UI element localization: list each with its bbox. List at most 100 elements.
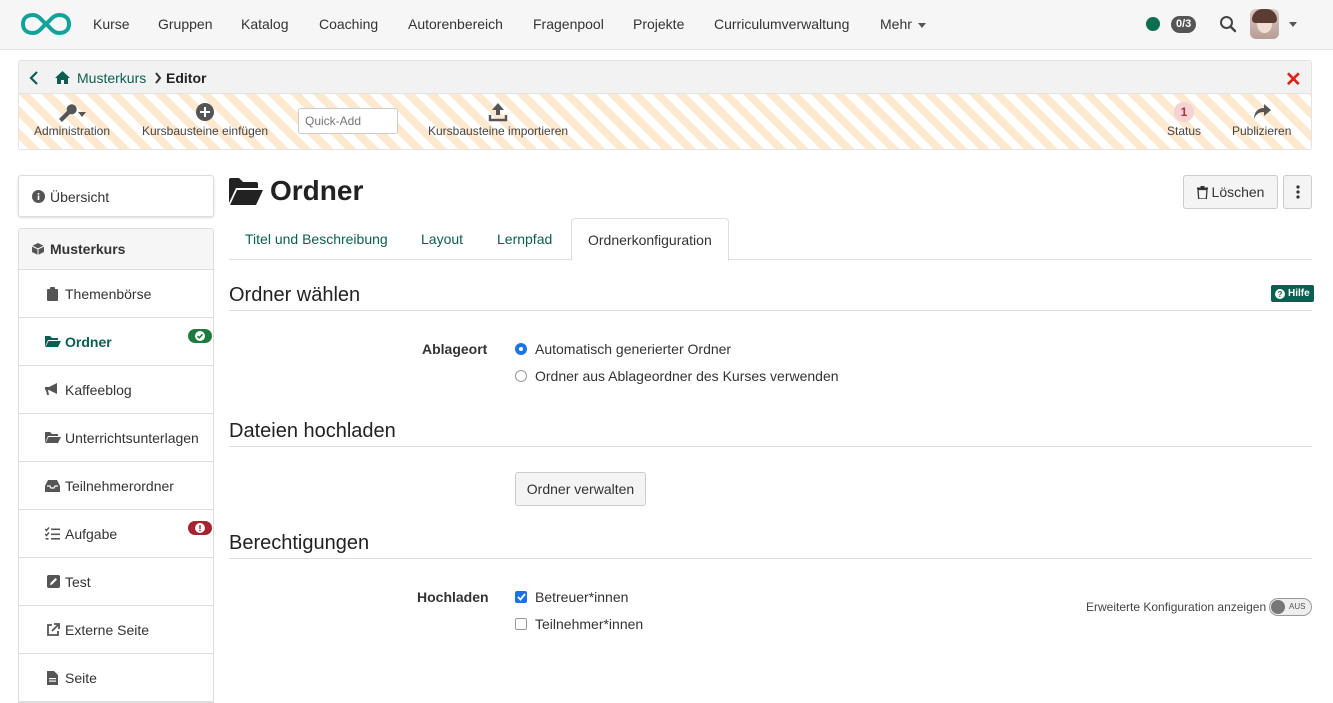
tree-item-aufgabe[interactable]: Aufgabe: [19, 510, 213, 558]
edit-icon: [47, 558, 60, 605]
publish-label: Publizieren: [1232, 124, 1292, 138]
upload-icon: [428, 100, 568, 124]
checkbox-betreuer[interactable]: Betreuer*innen: [515, 589, 628, 605]
insert-elements-button[interactable]: Kursbausteine einfügen: [142, 100, 268, 138]
status-count-badge: 1: [1174, 102, 1195, 122]
tree-item-externe-seite[interactable]: Externe Seite: [19, 606, 213, 654]
external-link-icon: [46, 606, 60, 653]
openolat-logo-icon[interactable]: [20, 11, 72, 37]
field-label-hochladen: Hochladen: [417, 589, 489, 605]
nav-gruppen[interactable]: Gruppen: [158, 16, 212, 32]
nav-curriculumverwaltung[interactable]: Curriculumverwaltung: [714, 16, 849, 32]
status-error-icon: [188, 521, 212, 535]
tree-item-label: Externe Seite: [65, 621, 150, 638]
checkbox-teilnehmer[interactable]: Teilnehmer*innen: [515, 616, 643, 632]
checkbox-label: Betreuer*innen: [535, 589, 629, 605]
tree-item-themenboerse[interactable]: Themenbörse: [19, 270, 213, 318]
nav-projekte[interactable]: Projekte: [633, 16, 684, 32]
overview-label: Übersicht: [50, 189, 110, 205]
plus-circle-icon: [142, 100, 268, 124]
folder-open-icon: [45, 414, 61, 461]
tree-item-teilnehmerordner[interactable]: Teilnehmerordner: [19, 462, 213, 510]
import-elements-button[interactable]: Kursbausteine importieren: [428, 100, 568, 138]
radio-automatic-folder[interactable]: [515, 343, 527, 355]
help-button[interactable]: ? Hilfe: [1271, 285, 1314, 302]
toggle-knob: [1271, 600, 1285, 614]
insert-elements-label: Kursbausteine einfügen: [142, 124, 269, 138]
tree-item-label: Kaffeeblog: [65, 381, 132, 398]
section-title-ordner-waehlen: Ordner wählen: [229, 284, 361, 306]
checkbox-label: Teilnehmer*innen: [535, 616, 644, 632]
search-icon[interactable]: [1219, 15, 1237, 33]
tree-root-label: Musterkurs: [50, 241, 126, 257]
nav-coaching[interactable]: Coaching: [319, 16, 378, 32]
tab-titel-und-beschreibung[interactable]: Titel und Beschreibung: [229, 218, 404, 260]
chevron-left-icon[interactable]: [29, 70, 39, 86]
help-label: Hilfe: [1288, 288, 1310, 299]
divider: [229, 446, 1312, 447]
option-automatic-folder[interactable]: Automatisch generierter Ordner: [515, 341, 731, 357]
divider: [229, 310, 1312, 311]
tab-layout[interactable]: Layout: [405, 218, 479, 260]
nav-kurse[interactable]: Kurse: [93, 16, 130, 32]
delete-label: Löschen: [1211, 184, 1265, 200]
administration-label: Administration: [34, 124, 111, 138]
tree-item-label: Aufgabe: [65, 525, 118, 542]
checkbox-teilnehmer-box[interactable]: [515, 618, 527, 630]
nav-mehr[interactable]: Mehr: [880, 16, 926, 32]
manage-folder-button[interactable]: Ordner verwalten: [515, 472, 646, 506]
course-editor-toolbar: Musterkurs Editor ✕ Administration Kursb…: [18, 60, 1312, 150]
option-label: Automatisch generierter Ordner: [535, 341, 732, 357]
quick-add-input[interactable]: [298, 108, 398, 134]
nav-katalog[interactable]: Katalog: [241, 16, 288, 32]
online-status-icon[interactable]: [1146, 17, 1160, 31]
editor-tools-row: Administration Kursbausteine einfügen Ku…: [19, 94, 1311, 149]
nav-fragenpool[interactable]: Fragenpool: [533, 16, 604, 32]
section-title-berechtigungen: Berechtigungen: [229, 532, 370, 554]
tab-ordnerkonfiguration[interactable]: Ordnerkonfiguration: [571, 218, 729, 261]
publish-button[interactable]: Publizieren: [1232, 100, 1291, 138]
breadcrumb-current: Editor: [166, 70, 207, 86]
nav-autorenbereich[interactable]: Autorenbereich: [408, 16, 503, 32]
tree-item-ordner[interactable]: Ordner: [19, 318, 213, 366]
tab-bar: Titel und Beschreibung Layout Lernpfad O…: [229, 218, 1312, 261]
advanced-config-label: Erweiterte Konfiguration anzeigen: [1086, 600, 1267, 614]
section-title-dateien-hochladen: Dateien hochladen: [229, 420, 396, 442]
option-course-storage-folder[interactable]: Ordner aus Ablageordner des Kurses verwe…: [515, 368, 839, 384]
delete-button[interactable]: Löschen: [1183, 175, 1278, 209]
nav-mehr-label: Mehr: [880, 16, 912, 32]
tab-lernpfad[interactable]: Lernpfad: [481, 218, 568, 260]
tree-item-label: Test: [65, 573, 91, 590]
chevron-right-icon: [155, 72, 162, 84]
status-label: Status: [1167, 124, 1202, 138]
avatar[interactable]: [1250, 9, 1279, 39]
assessment-counter-badge[interactable]: 0/3: [1171, 16, 1197, 33]
info-circle-icon: [32, 190, 45, 203]
course-tree-sidebar: Übersicht Musterkurs Themenbörse Ordner …: [18, 175, 214, 703]
close-icon[interactable]: ✕: [1285, 67, 1302, 92]
share-icon: [1232, 100, 1291, 124]
editor-breadcrumb-bar: Musterkurs Editor ✕: [19, 61, 1311, 94]
import-elements-label: Kursbausteine importieren: [428, 124, 569, 138]
status-button[interactable]: 1 Status: [1167, 100, 1201, 138]
field-label-ablageort: Ablageort: [422, 341, 488, 357]
overview-button[interactable]: Übersicht: [18, 175, 214, 217]
radio-course-storage-folder[interactable]: [515, 370, 527, 382]
advanced-config-toggle[interactable]: AUS: [1269, 598, 1312, 616]
more-options-button[interactable]: [1283, 175, 1312, 209]
tree-item-test[interactable]: Test: [19, 558, 213, 606]
home-icon[interactable]: [54, 70, 71, 85]
course-tree: Musterkurs Themenbörse Ordner Kaffeeblog…: [18, 228, 214, 703]
svg-text:?: ?: [1278, 290, 1283, 299]
option-label: Ordner aus Ablageordner des Kurses verwe…: [535, 368, 839, 384]
checkbox-betreuer-box[interactable]: [515, 591, 527, 603]
tree-root-musterkurs[interactable]: Musterkurs: [19, 229, 213, 270]
tree-item-kaffeeblog[interactable]: Kaffeeblog: [19, 366, 213, 414]
breadcrumb-course[interactable]: Musterkurs: [77, 70, 146, 86]
tree-item-seite[interactable]: Seite: [19, 654, 213, 702]
chevron-down-icon[interactable]: [1289, 22, 1297, 27]
divider: [229, 558, 1312, 559]
inbox-icon: [45, 462, 60, 509]
tree-item-unterrichtsunterlagen[interactable]: Unterrichtsunterlagen: [19, 414, 213, 462]
administration-button[interactable]: Administration: [34, 100, 110, 138]
